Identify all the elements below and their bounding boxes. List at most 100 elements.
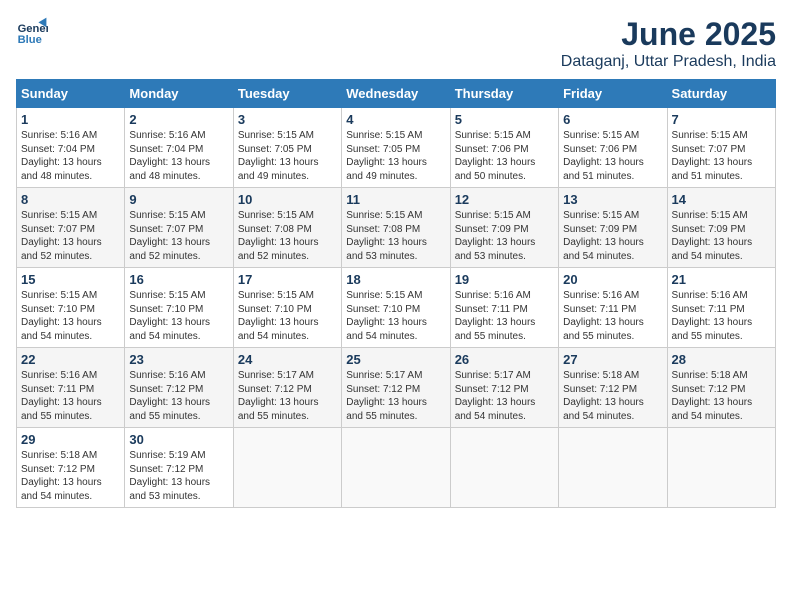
day-info: Sunrise: 5:15 AMSunset: 7:07 PMDaylight:… — [129, 210, 210, 262]
day-number: 14 — [672, 192, 771, 207]
calendar-day-cell: 8 Sunrise: 5:15 AMSunset: 7:07 PMDaylight… — [17, 188, 125, 268]
month-year: June 2025 — [561, 16, 776, 53]
day-number: 20 — [563, 272, 662, 287]
day-info: Sunrise: 5:15 AMSunset: 7:05 PMDaylight:… — [346, 130, 427, 182]
day-info: Sunrise: 5:15 AMSunset: 7:07 PMDaylight:… — [21, 210, 102, 262]
calendar-day-cell: 25 Sunrise: 5:17 AMSunset: 7:12 PMDayligh… — [342, 348, 450, 428]
calendar-week-row: 8 Sunrise: 5:15 AMSunset: 7:07 PMDaylight… — [17, 188, 776, 268]
day-info: Sunrise: 5:15 AMSunset: 7:07 PMDaylight:… — [672, 130, 753, 182]
day-info: Sunrise: 5:17 AMSunset: 7:12 PMDaylight:… — [346, 370, 427, 422]
day-number: 1 — [21, 112, 120, 127]
header-tuesday: Tuesday — [233, 80, 341, 108]
calendar-week-row: 29 Sunrise: 5:18 AMSunset: 7:12 PMDayligh… — [17, 428, 776, 508]
calendar-day-cell: 11 Sunrise: 5:15 AMSunset: 7:08 PMDayligh… — [342, 188, 450, 268]
calendar-title: June 2025 Dataganj, Uttar Pradesh, India — [561, 16, 776, 71]
calendar-day-cell: 29 Sunrise: 5:18 AMSunset: 7:12 PMDayligh… — [17, 428, 125, 508]
day-number: 21 — [672, 272, 771, 287]
day-info: Sunrise: 5:15 AMSunset: 7:08 PMDaylight:… — [346, 210, 427, 262]
day-info: Sunrise: 5:15 AMSunset: 7:10 PMDaylight:… — [238, 290, 319, 342]
calendar-day-cell: 1Sunrise: 5:16 AMSunset: 7:04 PMDaylight… — [17, 108, 125, 188]
calendar-day-cell: 10 Sunrise: 5:15 AMSunset: 7:08 PMDayligh… — [233, 188, 341, 268]
day-number: 27 — [563, 352, 662, 367]
day-number: 15 — [21, 272, 120, 287]
day-number: 19 — [455, 272, 554, 287]
day-number: 10 — [238, 192, 337, 207]
calendar-day-cell: 17Sunrise: 5:15 AMSunset: 7:10 PMDayligh… — [233, 268, 341, 348]
day-info: Sunrise: 5:15 AMSunset: 7:09 PMDaylight:… — [563, 210, 644, 262]
calendar-table: Sunday Monday Tuesday Wednesday Thursday… — [16, 79, 776, 508]
header-wednesday: Wednesday — [342, 80, 450, 108]
day-number: 12 — [455, 192, 554, 207]
calendar-day-cell: 20 Sunrise: 5:16 AMSunset: 7:11 PMDayligh… — [559, 268, 667, 348]
calendar-day-cell: 24Sunrise: 5:17 AMSunset: 7:12 PMDayligh… — [233, 348, 341, 428]
weekday-header-row: Sunday Monday Tuesday Wednesday Thursday… — [17, 80, 776, 108]
day-info: Sunrise: 5:15 AMSunset: 7:06 PMDaylight:… — [563, 130, 644, 182]
day-number: 23 — [129, 352, 228, 367]
calendar-day-cell — [667, 428, 775, 508]
day-info: Sunrise: 5:16 AMSunset: 7:11 PMDaylight:… — [672, 290, 753, 342]
day-number: 18 — [346, 272, 445, 287]
calendar-day-cell: 7 Sunrise: 5:15 AMSunset: 7:07 PMDaylight… — [667, 108, 775, 188]
calendar-day-cell: 28Sunrise: 5:18 AMSunset: 7:12 PMDayligh… — [667, 348, 775, 428]
day-info: Sunrise: 5:16 AMSunset: 7:04 PMDaylight:… — [129, 130, 210, 182]
day-number: 16 — [129, 272, 228, 287]
day-number: 3 — [238, 112, 337, 127]
day-number: 11 — [346, 192, 445, 207]
calendar-day-cell: 30 Sunrise: 5:19 AMSunset: 7:12 PMDayligh… — [125, 428, 233, 508]
calendar-day-cell: 9Sunrise: 5:15 AMSunset: 7:07 PMDaylight… — [125, 188, 233, 268]
calendar-day-cell: 19 Sunrise: 5:16 AMSunset: 7:11 PMDayligh… — [450, 268, 558, 348]
day-info: Sunrise: 5:19 AMSunset: 7:12 PMDaylight:… — [129, 450, 210, 502]
day-number: 6 — [563, 112, 662, 127]
day-number: 13 — [563, 192, 662, 207]
header-monday: Monday — [125, 80, 233, 108]
day-info: Sunrise: 5:15 AMSunset: 7:10 PMDaylight:… — [129, 290, 210, 342]
logo-icon: General Blue — [16, 16, 48, 48]
day-info: Sunrise: 5:16 AMSunset: 7:12 PMDaylight:… — [129, 370, 210, 422]
header-friday: Friday — [559, 80, 667, 108]
day-info: Sunrise: 5:15 AMSunset: 7:09 PMDaylight:… — [455, 210, 536, 262]
day-number: 30 — [129, 432, 228, 447]
calendar-day-cell: 5 Sunrise: 5:15 AMSunset: 7:06 PMDaylight… — [450, 108, 558, 188]
day-info: Sunrise: 5:15 AMSunset: 7:06 PMDaylight:… — [455, 130, 536, 182]
calendar-day-cell — [450, 428, 558, 508]
calendar-week-row: 1 Sunrise: 5:16 AMSunset: 7:04 PMDaylight… — [17, 108, 776, 188]
day-info: Sunrise: 5:15 AMSunset: 7:08 PMDaylight:… — [238, 210, 319, 262]
day-info: Sunrise: 5:15 AMSunset: 7:10 PMDaylight:… — [346, 290, 427, 342]
day-info: Sunrise: 5:16 AMSunset: 7:11 PMDaylight:… — [21, 370, 102, 422]
calendar-day-cell — [342, 428, 450, 508]
header-saturday: Saturday — [667, 80, 775, 108]
header-thursday: Thursday — [450, 80, 558, 108]
day-number: 22 — [21, 352, 120, 367]
calendar-day-cell: 3 Sunrise: 5:15 AMSunset: 7:05 PMDaylight… — [233, 108, 341, 188]
day-number: 5 — [455, 112, 554, 127]
day-number: 2 — [129, 112, 228, 127]
calendar-day-cell: 4Sunrise: 5:15 AMSunset: 7:05 PMDaylight… — [342, 108, 450, 188]
calendar-day-cell — [559, 428, 667, 508]
day-info: Sunrise: 5:16 AMSunset: 7:11 PMDaylight:… — [563, 290, 644, 342]
calendar-body: 1 Sunrise: 5:16 AMSunset: 7:04 PMDaylight… — [17, 108, 776, 508]
calendar-day-cell: 23 Sunrise: 5:16 AMSunset: 7:12 PMDayligh… — [125, 348, 233, 428]
location: Dataganj, Uttar Pradesh, India — [561, 53, 776, 71]
calendar-day-cell: 12 Sunrise: 5:15 AMSunset: 7:09 PMDayligh… — [450, 188, 558, 268]
day-info: Sunrise: 5:16 AMSunset: 7:11 PMDaylight:… — [455, 290, 536, 342]
day-number: 7 — [672, 112, 771, 127]
day-info: Sunrise: 5:15 AMSunset: 7:09 PMDaylight:… — [672, 210, 753, 262]
day-number: 25 — [346, 352, 445, 367]
page-header: General Blue June 2025 Dataganj, Uttar P… — [16, 16, 776, 71]
calendar-week-row: 22 Sunrise: 5:16 AMSunset: 7:11 PMDayligh… — [17, 348, 776, 428]
logo: General Blue — [16, 16, 48, 48]
calendar-day-cell: 2 Sunrise: 5:16 AMSunset: 7:04 PMDaylight… — [125, 108, 233, 188]
day-info: Sunrise: 5:18 AMSunset: 7:12 PMDaylight:… — [563, 370, 644, 422]
day-info: Sunrise: 5:18 AMSunset: 7:12 PMDaylight:… — [21, 450, 102, 502]
day-number: 29 — [21, 432, 120, 447]
calendar-day-cell: 14 Sunrise: 5:15 AMSunset: 7:09 PMDayligh… — [667, 188, 775, 268]
svg-text:Blue: Blue — [18, 34, 42, 46]
day-number: 28 — [672, 352, 771, 367]
calendar-day-cell: 6 Sunrise: 5:15 AMSunset: 7:06 PMDaylight… — [559, 108, 667, 188]
calendar-day-cell: 26Sunrise: 5:17 AMSunset: 7:12 PMDayligh… — [450, 348, 558, 428]
day-info: Sunrise: 5:15 AMSunset: 7:05 PMDaylight:… — [238, 130, 319, 182]
calendar-day-cell: 13 Sunrise: 5:15 AMSunset: 7:09 PMDayligh… — [559, 188, 667, 268]
calendar-day-cell: 27 Sunrise: 5:18 AMSunset: 7:12 PMDayligh… — [559, 348, 667, 428]
calendar-day-cell: 18 Sunrise: 5:15 AMSunset: 7:10 PMDayligh… — [342, 268, 450, 348]
day-number: 8 — [21, 192, 120, 207]
